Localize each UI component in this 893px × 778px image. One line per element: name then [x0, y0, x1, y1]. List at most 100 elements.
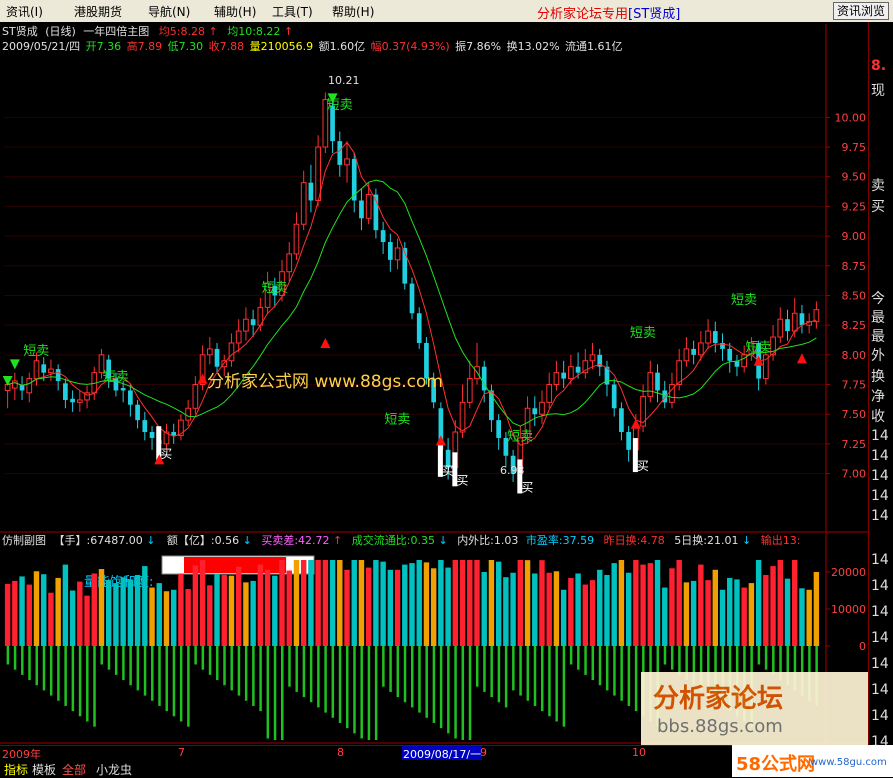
candle-body: [409, 283, 415, 314]
y-tick-label: 8.25: [842, 319, 867, 332]
subchart-header: 仿制副图 【手】:67487.00 ↓ 额【亿】:0.56 ↓ 买卖差:42.7…: [2, 533, 800, 547]
period: (日线): [45, 24, 76, 38]
volume-neg-bar: [389, 646, 392, 692]
volume-neg-bar: [107, 646, 111, 670]
volume-neg-bar: [367, 646, 371, 740]
volume-neg-bar: [194, 646, 197, 665]
volume-neg-bar: [663, 646, 667, 665]
volume-bar: [98, 569, 105, 646]
watermark-text: 分析家公式网 www.88gs.com: [207, 372, 443, 392]
candle-body: [308, 182, 314, 201]
candle-body: [546, 384, 553, 403]
subchart-yesterday: 昨日换:4.78: [604, 533, 665, 547]
volume-neg-bar: [411, 646, 414, 708]
volume-bar: [394, 569, 401, 646]
buy-signal-label: 买: [521, 480, 533, 494]
menu-item-hk-futures[interactable]: 港股期货: [74, 3, 122, 20]
volume-bar: [62, 564, 69, 646]
volume-bar: [459, 560, 466, 646]
volume-bar: [228, 575, 235, 646]
volume-neg-bar: [475, 646, 479, 687]
tab-small-dragon[interactable]: 小龙虫: [96, 761, 132, 778]
volume-neg-bar: [338, 646, 342, 723]
volume-bar: [243, 582, 249, 646]
ma5-label: 均5:8.28: [159, 25, 205, 38]
menu-item-help[interactable]: 帮助(H): [332, 3, 374, 20]
y-tick-label: 7.25: [842, 438, 867, 451]
volume-bar: [813, 572, 820, 646]
candle-body: [300, 182, 307, 225]
volume-bar: [553, 571, 560, 646]
candle-body: [799, 313, 805, 326]
volume-bar: [474, 560, 480, 646]
volume-neg-bar: [172, 646, 176, 717]
tab-all[interactable]: 全部: [62, 761, 86, 778]
volume-bar: [33, 571, 40, 646]
stock-chart[interactable]: ST贤成 (日线) 一年四倍主图 均5:8.28 ↑ 均10:8.22 ↑ 20…: [0, 22, 868, 745]
volume-bar: [199, 560, 206, 646]
volume-bar: [495, 561, 502, 646]
volume-bar: [604, 574, 610, 646]
volume-neg-bar: [252, 646, 255, 706]
menu-item-info[interactable]: 资讯(I): [6, 3, 43, 20]
volume-bar: [777, 560, 783, 646]
sell-signal-label: 短卖: [731, 293, 757, 308]
buy-signal-label: 买: [160, 447, 172, 461]
volume-neg-bar: [49, 646, 53, 696]
candle: [409, 277, 415, 320]
window-title-stock: [ST贤成]: [628, 7, 681, 22]
volume-bar: [662, 587, 668, 646]
candle-body: [235, 330, 242, 344]
volume-bar: [741, 587, 747, 646]
menu-item-navigate[interactable]: 导航(N): [148, 3, 190, 20]
vol-tick-label: 10000: [831, 603, 866, 616]
forum-watermark-name: 分析家论坛: [653, 684, 784, 714]
volume-neg-bar: [577, 646, 580, 670]
candle-body: [243, 318, 249, 332]
volume-neg-bar: [620, 646, 623, 701]
y-tick-label: 9.75: [842, 141, 867, 154]
volume-bar: [293, 560, 300, 646]
volume-bar: [344, 569, 350, 646]
quote-turnover: 换13.02%: [507, 39, 560, 53]
side-item-low: 最: [871, 329, 885, 345]
sell-signal-label: 短卖: [103, 370, 129, 385]
quote-close: 收7.88: [209, 39, 245, 53]
y-tick-label: 9.25: [842, 200, 867, 213]
volume-neg-bar: [201, 646, 205, 670]
candle-body: [785, 319, 790, 332]
volume-bar: [365, 567, 372, 646]
volume-bar: [510, 572, 516, 646]
volume-bar: [106, 580, 112, 646]
candle-body: [351, 158, 357, 201]
volume-bar: [185, 589, 191, 646]
volume-neg-bar: [259, 646, 262, 712]
volume-neg-bar: [223, 646, 226, 686]
sell-signal-label: 短卖: [327, 98, 353, 113]
volume-neg-bar: [483, 646, 486, 692]
volume-bar: [481, 572, 487, 646]
volume-neg-bar: [114, 646, 118, 675]
volume-bar: [784, 578, 791, 646]
tab-template[interactable]: 模板: [32, 761, 56, 778]
volume-bar: [192, 565, 199, 646]
volume-bar: [575, 573, 581, 646]
candle-body: [466, 378, 473, 403]
volume-neg-bar: [670, 646, 674, 670]
volume-bar: [69, 590, 76, 646]
tab-indicator[interactable]: 指标: [4, 761, 28, 778]
info-browse-button[interactable]: 资讯浏览: [832, 2, 889, 20]
menu-item-tools[interactable]: 工具(T): [272, 3, 313, 20]
volume-neg-bar: [764, 646, 768, 670]
volume-bar: [134, 574, 141, 646]
volume-bar: [315, 560, 321, 646]
buy-signal-label: 买: [442, 464, 454, 478]
volume-bar: [445, 567, 451, 646]
volume-bar: [806, 589, 812, 646]
volume-bar: [640, 564, 646, 646]
volume-bar: [149, 587, 155, 646]
volume-neg-bar: [598, 646, 602, 686]
menu-item-assist[interactable]: 辅助(H): [214, 3, 256, 20]
volume-bar: [337, 560, 343, 646]
side-tail-value: 14: [871, 604, 889, 620]
